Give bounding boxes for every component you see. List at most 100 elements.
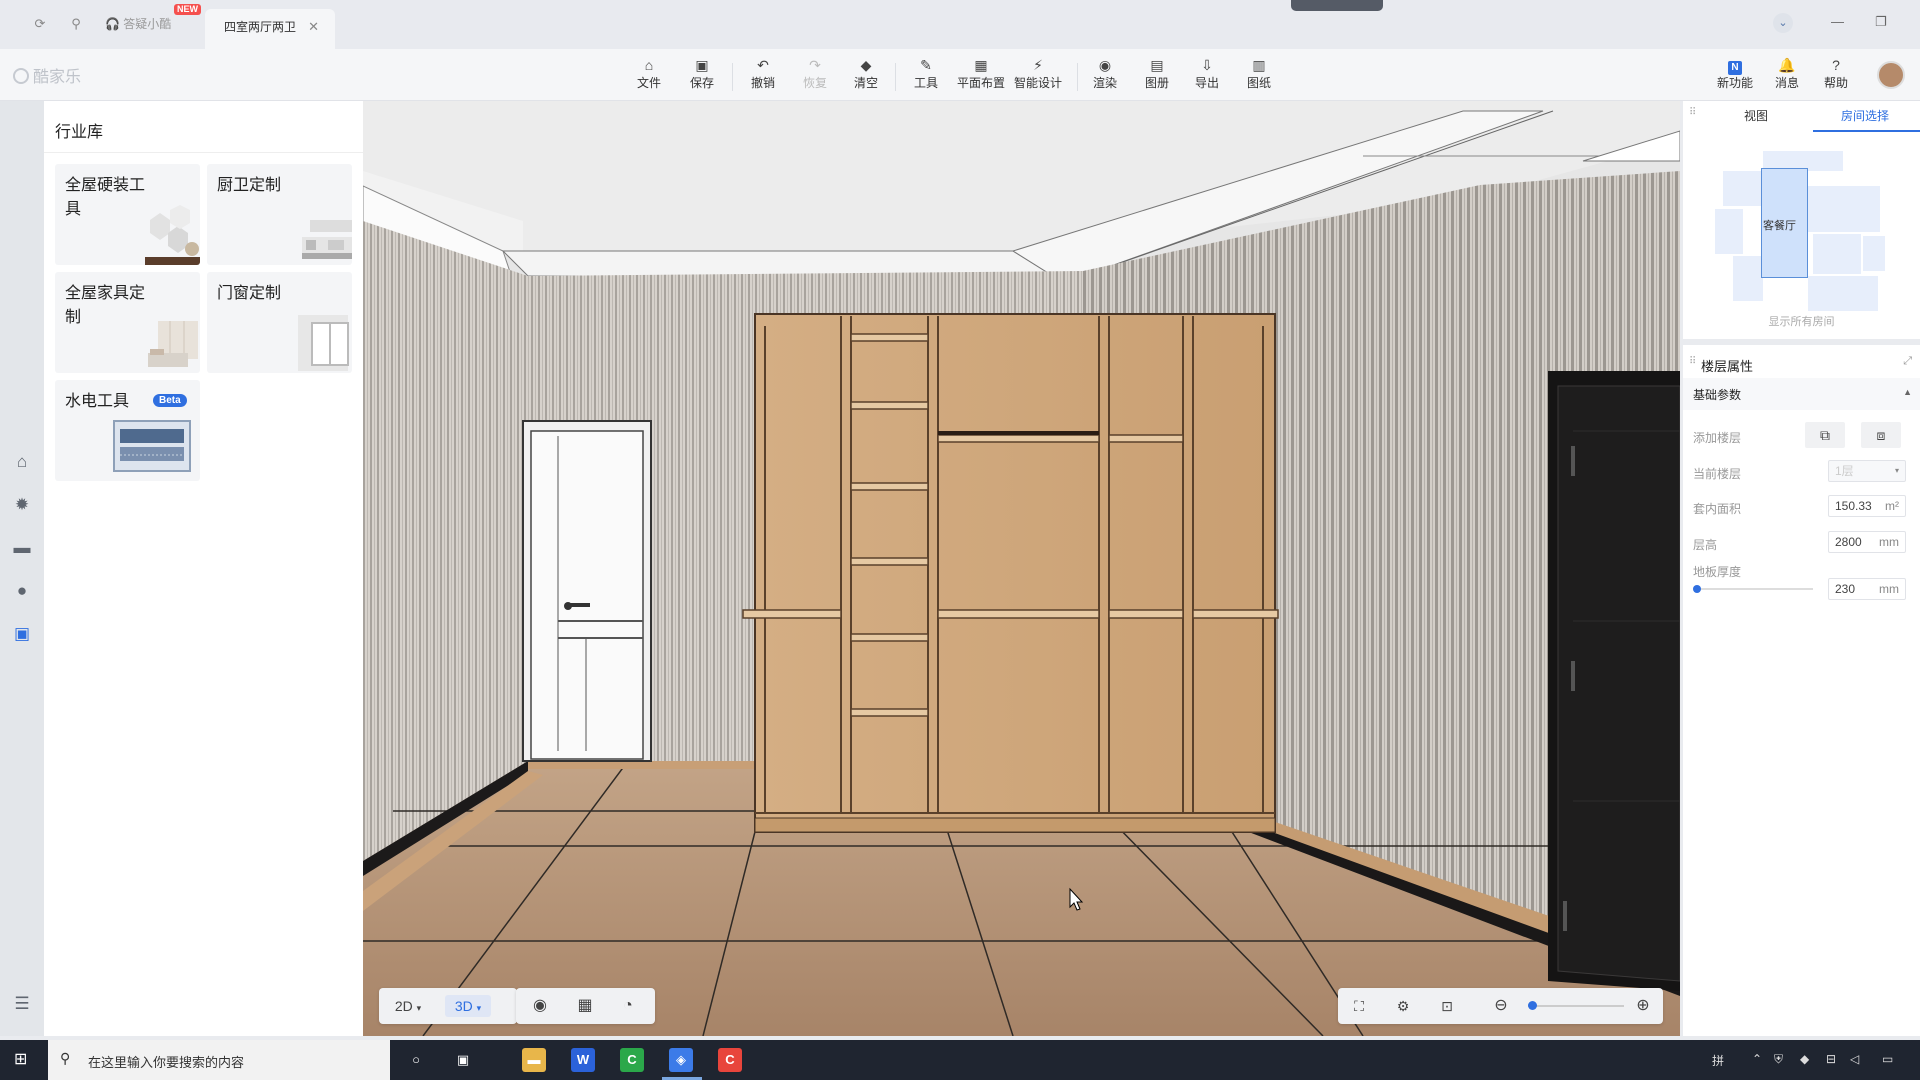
eye-icon[interactable]: ◉ — [526, 995, 554, 1017]
file-explorer-icon[interactable]: ▬ — [522, 1048, 546, 1072]
height-unit: mm — [1879, 535, 1899, 549]
add-floor-below-button[interactable]: ⧈ — [1861, 422, 1901, 448]
add-floor-above-button[interactable]: ⧉ — [1805, 422, 1845, 448]
zoom-slider-knob[interactable] — [1528, 1001, 1537, 1010]
floor-properties-panel: ⠿ 楼层属性 ⤢ 基础参数 ▲ 添加楼层 ⧉ ⧈ 当前楼层 1层 ▾ 套内面积 1… — [1683, 345, 1920, 1036]
tab-project[interactable]: 四室两厅两卫 ✕ — [205, 9, 335, 49]
volume-icon[interactable]: ◁ — [1850, 1052, 1859, 1066]
new-features-icon: N — [1728, 61, 1742, 75]
title-bar: ⟳ ⚲ 🎧 答疑小酷 NEW 四室两厅两卫 ✕ ⌄ — ❐ — [0, 0, 1920, 49]
library-icon[interactable]: ▣ — [11, 623, 33, 645]
drawings-icon: ▥ — [1252, 57, 1266, 73]
tool-tools[interactable]: ✎ 工具 — [896, 56, 956, 91]
area-field[interactable]: 150.33 m² — [1828, 495, 1906, 517]
tool-floor-layout[interactable]: ▦ 平面布置 — [951, 56, 1011, 91]
lightbulb-icon[interactable]: ✹ — [11, 494, 33, 516]
drag-handle[interactable] — [1291, 0, 1383, 11]
wps-writer-icon[interactable]: W — [571, 1048, 595, 1072]
avatar[interactable] — [1877, 61, 1905, 89]
tool-new-features[interactable]: N 新功能 — [1705, 56, 1765, 91]
camtasia-icon[interactable]: C — [620, 1048, 644, 1072]
tool-file[interactable]: ⌂ 文件 — [619, 56, 679, 91]
user-icon[interactable]: ● — [11, 580, 33, 602]
caret-up-icon: ▲ — [1903, 387, 1912, 397]
card-kitchen-bath[interactable]: 厨卫定制 — [207, 164, 352, 265]
thickness-field[interactable]: 230 mm — [1828, 578, 1906, 600]
card-door-window[interactable]: 门窗定制 — [207, 272, 352, 373]
task-view-icon[interactable]: ▣ — [451, 1048, 475, 1072]
kujiale-app-icon[interactable]: C — [718, 1048, 742, 1072]
zoom-out-icon[interactable]: ⊖ — [1488, 995, 1514, 1017]
left-wall — [363, 221, 528, 861]
link-icon[interactable]: ⚲ — [66, 14, 86, 34]
zoom-in-icon[interactable]: ⊕ — [1630, 995, 1656, 1017]
restore-button[interactable]: ❐ — [1875, 14, 1887, 30]
thickness-slider[interactable] — [1695, 588, 1813, 590]
show-all-rooms-link[interactable]: 显示所有房间 — [1683, 313, 1920, 329]
tool-clear[interactable]: ◆ 清空 — [836, 56, 896, 91]
sofa-icon[interactable]: ▬ — [11, 537, 33, 559]
camera-settings-icon[interactable]: ⚙ — [1390, 995, 1416, 1017]
browser-icon[interactable]: ◈ — [669, 1048, 693, 1072]
tray-chevron-icon[interactable]: ⌃ — [1752, 1052, 1762, 1066]
card-hard-decor-tools[interactable]: 全屋硬装工具 — [55, 164, 200, 265]
tool-album-label: 图册 — [1144, 76, 1169, 90]
tool-save[interactable]: ▣ 保存 — [672, 56, 732, 91]
expand-icon[interactable]: ⤢ — [1903, 355, 1912, 368]
fit-view-icon[interactable]: ⊡ — [1434, 995, 1460, 1017]
section-header[interactable]: 基础参数 ▲ — [1683, 378, 1920, 410]
minimize-button[interactable]: — — [1831, 14, 1844, 29]
logo-icon — [13, 68, 29, 84]
mode-2d-label: 2D — [394, 998, 413, 1014]
card-label: 全屋家具定制 — [65, 285, 146, 326]
drag-handle-icon[interactable]: ⠿ — [1689, 107, 1696, 118]
refresh-icon[interactable]: ⟳ — [30, 14, 50, 34]
current-floor-select[interactable]: 1层 ▾ — [1828, 460, 1906, 482]
security-icon[interactable]: ⛨ — [1774, 1052, 1783, 1067]
room-render — [363, 101, 1680, 1036]
current-floor-label: 当前楼层 — [1693, 467, 1742, 481]
tab-view[interactable]: 视图 — [1744, 107, 1768, 124]
chevron-down-icon[interactable]: ⌄ — [1773, 13, 1793, 33]
wardrobe — [742, 313, 1279, 833]
current-floor-value: 1层 — [1835, 464, 1854, 478]
tool-undo[interactable]: ↶ 撤销 — [733, 56, 793, 91]
network-icon[interactable]: ⊟ — [1826, 1052, 1836, 1066]
mode-3d-button[interactable]: 3D ▾ — [445, 995, 491, 1017]
shield-icon[interactable]: ◆ — [1800, 1052, 1809, 1066]
divider — [44, 152, 363, 153]
tab-help[interactable]: 🎧 答疑小酷 — [105, 13, 171, 35]
card-plumbing-electric[interactable]: 水电工具 Beta — [55, 380, 200, 481]
close-icon[interactable]: ✕ — [308, 9, 319, 45]
notification-icon[interactable]: ▭ — [1882, 1052, 1893, 1066]
tool-help[interactable]: ? 帮助 — [1806, 56, 1866, 91]
card-whole-furniture[interactable]: 全屋家具定制 — [55, 272, 200, 373]
tool-render[interactable]: ◉ 渲染 — [1075, 56, 1135, 91]
tool-smart-design[interactable]: ⚡ 智能设计 — [1008, 56, 1068, 91]
thickness-slider-knob[interactable] — [1693, 585, 1701, 593]
windows-start-icon[interactable]: ⊞ — [14, 1050, 34, 1070]
zoom-slider[interactable] — [1528, 1005, 1624, 1007]
tab-room-select[interactable]: 房间选择 — [1841, 107, 1889, 124]
tool-clear-label: 清空 — [853, 76, 878, 90]
drag-handle-icon[interactable]: ⠿ — [1689, 356, 1696, 367]
tool-export[interactable]: ⇩ 导出 — [1177, 56, 1237, 91]
3d-viewport[interactable] — [363, 101, 1680, 1036]
view-mode-group: 2D ▾ 3D ▾ — [379, 988, 517, 1024]
camera-clip-icon[interactable]: ⛶ — [1346, 995, 1372, 1017]
taskbar-search-box[interactable]: ⚲ 在这里输入你要搜索的内容 — [48, 1040, 390, 1080]
door-window-thumbnail — [298, 315, 349, 371]
cortana-icon[interactable]: ○ — [404, 1048, 428, 1072]
ime-indicator[interactable]: 拼 — [1712, 1052, 1724, 1069]
room-selector-panel: ⠿ 视图 房间选择 客餐厅 显示所有房间 — [1683, 101, 1920, 339]
card-label: 门窗定制 — [217, 285, 282, 302]
thickness-label: 地板厚度 — [1693, 565, 1742, 579]
gauge-icon[interactable]: ◔ — [614, 995, 642, 1017]
kitchen-thumbnail — [302, 220, 352, 259]
mode-2d-button[interactable]: 2D ▾ — [387, 995, 429, 1017]
tool-drawings[interactable]: ▥ 图纸 — [1229, 56, 1289, 91]
list-icon[interactable]: ☰ — [11, 993, 33, 1015]
height-field[interactable]: 2800 mm — [1828, 531, 1906, 553]
house-icon[interactable]: ⌂ — [11, 451, 33, 473]
cube-icon[interactable]: ▦ — [571, 995, 599, 1017]
